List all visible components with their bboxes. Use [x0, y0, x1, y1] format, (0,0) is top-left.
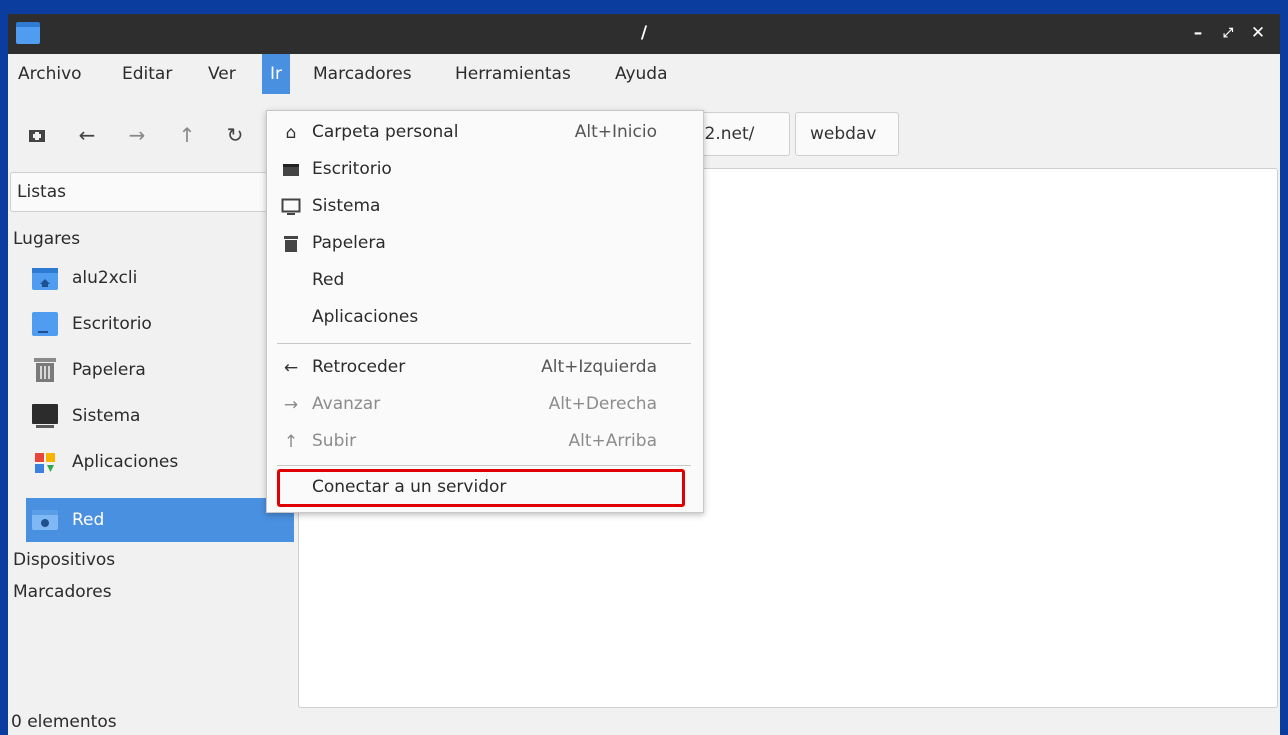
devices-header[interactable]: Dispositivos [13, 550, 115, 570]
up-button[interactable]: ↑ [172, 120, 202, 150]
up-arrow-icon: ↑ [178, 123, 196, 147]
back-arrow-icon: ← [78, 123, 96, 147]
menu-item-label: Aplicaciones [312, 307, 419, 327]
close-icon: ✕ [1250, 23, 1266, 43]
minimize-icon: – [1193, 23, 1203, 43]
sidebar-item-label: Aplicaciones [72, 452, 179, 472]
forward-button[interactable]: → [122, 120, 152, 150]
computer-icon [30, 402, 60, 430]
menu-item-system[interactable]: Sistema [267, 189, 703, 226]
sidebar-item-system[interactable]: Sistema [26, 394, 294, 438]
menu-item-label: Sistema [312, 196, 381, 216]
home-icon: ⌂ [285, 123, 297, 143]
menu-archivo[interactable]: Archivo [10, 54, 90, 94]
sidebar-item-label: Papelera [72, 360, 146, 380]
desktop-icon [30, 310, 60, 338]
menu-bar: Archivo Editar Ver Ir Marcadores Herrami… [8, 54, 1280, 94]
home-folder-icon [30, 264, 60, 292]
sidebar-item-label: Escritorio [72, 314, 152, 334]
bookmarks-header[interactable]: Marcadores [13, 582, 112, 602]
menu-item-label: Escritorio [312, 159, 392, 179]
sidebar-item-applications[interactable]: Aplicaciones [26, 440, 294, 484]
menu-item-shortcut: Alt+Derecha [548, 394, 657, 414]
menu-item-forward[interactable]: → Avanzar Alt+Derecha [267, 387, 703, 424]
title-bar[interactable]: / – ⤢ ✕ [8, 14, 1280, 54]
menu-marcadores[interactable]: Marcadores [305, 54, 420, 94]
up-arrow-icon: ↑ [283, 432, 299, 452]
network-folder-icon [30, 506, 60, 534]
menu-item-trash[interactable]: Papelera [267, 226, 703, 263]
applications-icon [30, 448, 60, 476]
status-bar: 0 elementos [11, 712, 117, 732]
menu-separator [277, 343, 691, 344]
sidebar-view-select[interactable]: Listas [10, 172, 292, 212]
back-button[interactable]: ← [72, 120, 102, 150]
new-tab-button[interactable] [22, 120, 52, 150]
menu-item-back[interactable]: ← Retroceder Alt+Izquierda [267, 350, 703, 387]
menu-item-shortcut: Alt+Izquierda [541, 357, 657, 377]
maximize-icon: ⤢ [1222, 25, 1234, 41]
maximize-button[interactable]: ⤢ [1216, 21, 1240, 45]
menu-item-label: Carpeta personal [312, 122, 459, 142]
file-manager-window: / – ⤢ ✕ Archivo Editar Ver Ir Marcadores… [8, 14, 1280, 735]
menu-item-label: Retroceder [312, 357, 406, 377]
sidebar-item-trash[interactable]: Papelera [26, 348, 294, 392]
menu-separator [277, 465, 691, 466]
menu-item-shortcut: Alt+Arriba [568, 431, 657, 451]
menu-item-desktop[interactable]: Escritorio [267, 152, 703, 189]
new-tab-icon [29, 130, 45, 142]
monitor-icon [279, 195, 303, 219]
go-menu-dropdown: ⌂ Carpeta personal Alt+Inicio Escritorio… [266, 110, 704, 513]
menu-ir[interactable]: Ir [262, 54, 291, 94]
menu-ayuda[interactable]: Ayuda [607, 54, 676, 94]
menu-ver[interactable]: Ver [200, 54, 244, 94]
menu-herramientas[interactable]: Herramientas [447, 54, 579, 94]
trash-icon [30, 356, 60, 384]
forward-arrow-icon: → [128, 123, 146, 147]
menu-item-home[interactable]: ⌂ Carpeta personal Alt+Inicio [267, 115, 703, 152]
window-controls: – ⤢ ✕ [1186, 21, 1270, 45]
menu-item-up[interactable]: ↑ Subir Alt+Arriba [267, 424, 703, 461]
menu-item-label: Avanzar [312, 394, 381, 414]
sidebar-item-label: alu2xcli [72, 268, 138, 288]
forward-arrow-icon: → [283, 395, 299, 415]
menu-item-connect-server[interactable]: Conectar a un servidor [277, 469, 685, 507]
menu-item-label: Papelera [312, 233, 386, 253]
minimize-button[interactable]: – [1186, 21, 1210, 45]
desktop-icon [279, 158, 303, 182]
path-segment-webdav[interactable]: webdav [795, 112, 899, 156]
reload-button[interactable]: ↻ [220, 120, 250, 150]
menu-editar[interactable]: Editar [114, 54, 180, 94]
places-header[interactable]: Lugares [13, 229, 80, 249]
reload-icon: ↻ [226, 123, 244, 147]
sidebar-item-home[interactable]: alu2xcli [26, 256, 294, 300]
menu-item-shortcut: Alt+Inicio [574, 122, 657, 142]
menu-item-label: Red [312, 270, 345, 290]
sidebar-item-label: Sistema [72, 406, 141, 426]
close-button[interactable]: ✕ [1246, 21, 1270, 45]
back-arrow-icon: ← [283, 358, 299, 378]
sidebar: Listas Lugares alu2xcli Escritorio Papel… [8, 168, 294, 708]
menu-item-label: Subir [312, 431, 357, 451]
menu-item-applications[interactable]: Aplicaciones [267, 300, 703, 337]
menu-item-label: Conectar a un servidor [312, 477, 507, 497]
window-title: / [640, 23, 648, 43]
menu-item-network[interactable]: Red [267, 263, 703, 300]
trash-icon [279, 232, 303, 256]
sidebar-item-desktop[interactable]: Escritorio [26, 302, 294, 346]
sidebar-item-network[interactable]: Red [26, 498, 294, 542]
sidebar-item-label: Red [72, 510, 105, 530]
